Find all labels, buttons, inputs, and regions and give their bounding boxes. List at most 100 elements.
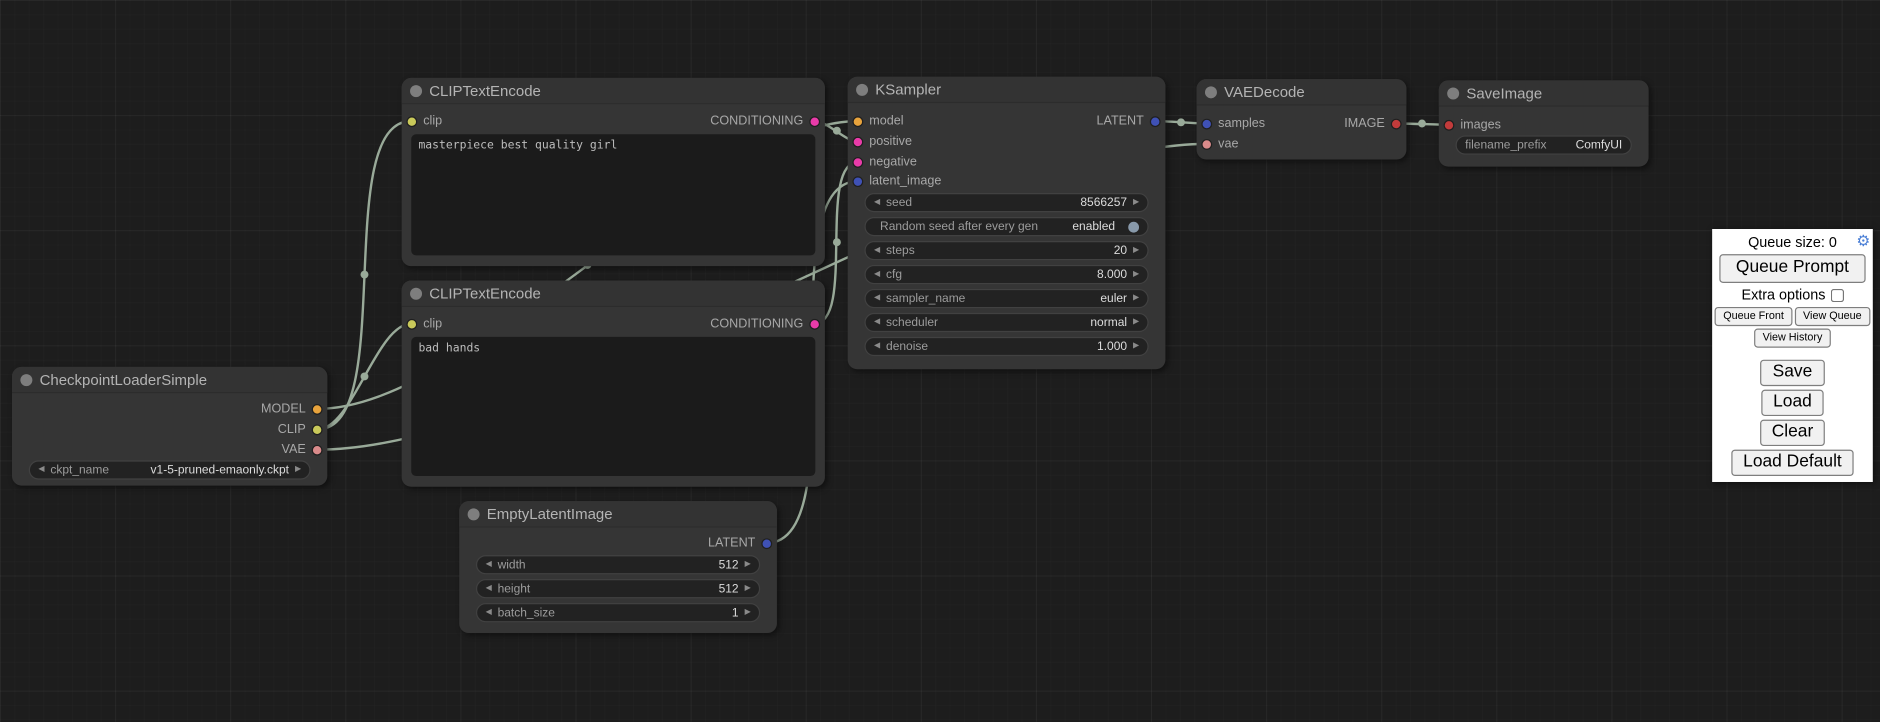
toggle-on-icon[interactable] <box>1128 221 1139 232</box>
widget-label: seed <box>886 196 912 209</box>
collapse-dot-icon[interactable] <box>1447 88 1459 100</box>
node-title: SaveImage <box>1466 80 1542 106</box>
widget-width[interactable]: ◀ width 512 ▶ <box>476 555 760 574</box>
extra-options-checkbox[interactable] <box>1830 288 1843 301</box>
collapse-dot-icon[interactable] <box>1205 86 1217 98</box>
node-title-bar[interactable]: SaveImage <box>1439 80 1649 106</box>
increment-arrow-icon[interactable]: ▶ <box>1133 295 1139 303</box>
decrement-arrow-icon[interactable]: ◀ <box>486 585 492 593</box>
widget-denoise[interactable]: ◀ denoise 1.000 ▶ <box>864 337 1148 356</box>
collapse-dot-icon[interactable] <box>856 84 868 96</box>
view-queue-button[interactable]: View Queue <box>1795 307 1870 326</box>
widget-value: normal <box>1090 316 1127 329</box>
decrement-arrow-icon[interactable]: ◀ <box>874 343 880 351</box>
input-port-model[interactable] <box>852 116 863 127</box>
widget-filename-prefix[interactable]: filename_prefix ComfyUI <box>1456 135 1632 154</box>
widget-seed[interactable]: ◀ seed 8566257 ▶ <box>864 193 1148 212</box>
node-title-bar[interactable]: CheckpointLoaderSimple <box>12 367 327 393</box>
output-slot-label: VAE <box>281 442 305 456</box>
input-port-samples[interactable] <box>1201 118 1212 129</box>
output-port-conditioning[interactable] <box>809 318 820 329</box>
node-title-bar[interactable]: VAEDecode <box>1197 79 1407 105</box>
decrement-arrow-icon[interactable]: ◀ <box>874 271 880 279</box>
load-button[interactable]: Load <box>1761 389 1824 415</box>
input-port-latent-image[interactable] <box>852 176 863 187</box>
input-port-clip[interactable] <box>406 318 417 329</box>
input-slot-positive: positive <box>852 133 911 150</box>
decrement-arrow-icon[interactable]: ◀ <box>874 295 880 303</box>
save-button[interactable]: Save <box>1761 359 1825 385</box>
link-midpoint-dot[interactable] <box>1177 118 1185 126</box>
widget-ckpt-name[interactable]: ◀ ckpt_name v1-5-pruned-emaonly.ckpt ▶ <box>29 460 311 479</box>
widget-cfg[interactable]: ◀ cfg 8.000 ▶ <box>864 265 1148 284</box>
output-port-latent[interactable] <box>1150 116 1161 127</box>
decrement-arrow-icon[interactable]: ◀ <box>874 319 880 327</box>
decrement-arrow-icon[interactable]: ◀ <box>486 609 492 617</box>
node-emptylatentimage[interactable]: EmptyLatentImage LATENT ◀ width 512 ▶ ◀ … <box>459 501 777 633</box>
link-midpoint-dot[interactable] <box>833 127 841 135</box>
collapse-dot-icon[interactable] <box>410 85 422 97</box>
queue-front-button[interactable]: Queue Front <box>1715 307 1792 326</box>
collapse-dot-icon[interactable] <box>20 374 32 386</box>
node-saveimage[interactable]: SaveImage images filename_prefix ComfyUI <box>1439 80 1649 166</box>
view-history-button[interactable]: View History <box>1754 328 1831 347</box>
node-title: CLIPTextEncode <box>429 281 541 307</box>
output-port-image[interactable] <box>1391 118 1402 129</box>
queue-size-row[interactable]: Queue size: 0 ⚙ <box>1712 233 1873 252</box>
output-slot-label: LATENT <box>1096 114 1143 128</box>
output-port-vae[interactable] <box>312 444 323 455</box>
input-port-clip[interactable] <box>406 116 417 127</box>
load-default-button[interactable]: Load Default <box>1731 449 1854 475</box>
increment-arrow-icon[interactable]: ▶ <box>295 466 301 474</box>
widget-batch-size[interactable]: ◀ batch_size 1 ▶ <box>476 603 760 622</box>
output-port-conditioning[interactable] <box>809 116 820 127</box>
link-midpoint-dot[interactable] <box>1418 120 1426 128</box>
widget-value: v1-5-pruned-emaonly.ckpt <box>151 463 289 476</box>
settings-gear-icon[interactable]: ⚙ <box>1856 233 1870 250</box>
clear-button[interactable]: Clear <box>1760 419 1826 445</box>
widget-scheduler[interactable]: ◀ scheduler normal ▶ <box>864 313 1148 332</box>
prompt-text-area[interactable]: bad hands <box>411 337 815 476</box>
node-vaedecode[interactable]: VAEDecode samples vae IMAGE <box>1197 79 1407 159</box>
increment-arrow-icon[interactable]: ▶ <box>1133 343 1139 351</box>
input-port-positive[interactable] <box>852 136 863 147</box>
increment-arrow-icon[interactable]: ▶ <box>745 609 751 617</box>
increment-arrow-icon[interactable]: ▶ <box>745 585 751 593</box>
decrement-arrow-icon[interactable]: ◀ <box>38 466 44 474</box>
widget-steps[interactable]: ◀ steps 20 ▶ <box>864 241 1148 260</box>
node-cliptextencode-negative[interactable]: CLIPTextEncode clip CONDITIONING bad han… <box>402 281 825 487</box>
decrement-arrow-icon[interactable]: ◀ <box>486 561 492 569</box>
node-checkpointloadersimple[interactable]: CheckpointLoaderSimple MODEL CLIP VAE ◀ … <box>12 367 327 486</box>
increment-arrow-icon[interactable]: ▶ <box>1133 199 1139 207</box>
widget-sampler-name[interactable]: ◀ sampler_name euler ▶ <box>864 289 1148 308</box>
link-midpoint-dot[interactable] <box>361 373 369 381</box>
input-slot-vae: vae <box>1201 135 1238 152</box>
increment-arrow-icon[interactable]: ▶ <box>1133 319 1139 327</box>
node-title-bar[interactable]: CLIPTextEncode <box>402 78 825 104</box>
decrement-arrow-icon[interactable]: ◀ <box>874 247 880 255</box>
increment-arrow-icon[interactable]: ▶ <box>1133 271 1139 279</box>
widget-random-seed-toggle[interactable]: Random seed after every gen enabled <box>864 217 1148 236</box>
input-port-negative[interactable] <box>852 156 863 167</box>
widget-height[interactable]: ◀ height 512 ▶ <box>476 579 760 598</box>
increment-arrow-icon[interactable]: ▶ <box>1133 247 1139 255</box>
input-port-images[interactable] <box>1444 119 1455 130</box>
node-title-bar[interactable]: KSampler <box>848 77 1166 103</box>
output-port-latent[interactable] <box>761 538 772 549</box>
prompt-text-area[interactable]: masterpiece best quality girl <box>411 134 815 255</box>
node-cliptextencode-positive[interactable]: CLIPTextEncode clip CONDITIONING masterp… <box>402 78 825 266</box>
link-midpoint-dot[interactable] <box>833 238 841 246</box>
output-port-clip[interactable] <box>312 424 323 435</box>
node-ksampler[interactable]: KSampler model positive negative latent_… <box>848 77 1166 370</box>
increment-arrow-icon[interactable]: ▶ <box>745 561 751 569</box>
node-title-bar[interactable]: CLIPTextEncode <box>402 281 825 307</box>
decrement-arrow-icon[interactable]: ◀ <box>874 199 880 207</box>
graph-canvas[interactable]: CheckpointLoaderSimple MODEL CLIP VAE ◀ … <box>0 0 1880 722</box>
collapse-dot-icon[interactable] <box>410 288 422 300</box>
input-port-vae[interactable] <box>1201 138 1212 149</box>
queue-prompt-button[interactable]: Queue Prompt <box>1719 254 1865 283</box>
collapse-dot-icon[interactable] <box>468 508 480 520</box>
node-title-bar[interactable]: EmptyLatentImage <box>459 501 777 527</box>
output-port-model[interactable] <box>312 403 323 414</box>
link-midpoint-dot[interactable] <box>361 271 369 279</box>
